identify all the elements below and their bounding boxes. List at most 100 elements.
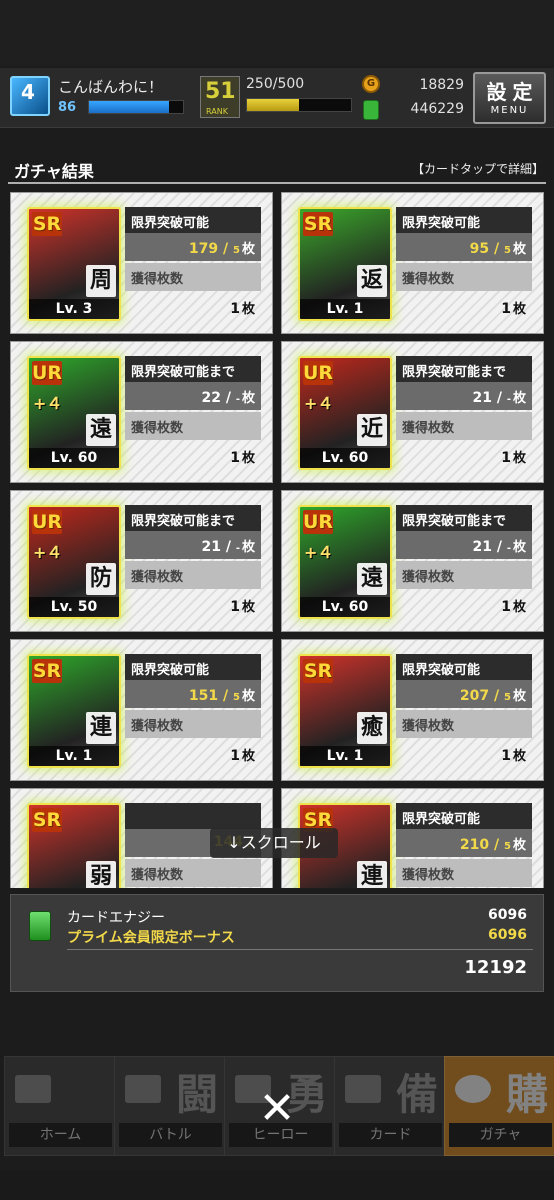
- result-hint: 【カードタップで詳細】: [411, 162, 544, 176]
- obtained-value: 1: [501, 748, 511, 764]
- progress-target: -: [235, 543, 240, 554]
- rarity-badge: SR: [303, 212, 333, 236]
- close-button[interactable]: ✕: [256, 1087, 298, 1131]
- card-type-badge: 癒: [357, 712, 387, 744]
- limit-break-status: 限界突破可能: [396, 207, 532, 233]
- card-results-list[interactable]: SR 周 Lv. 3 限界突破可能 179 / 5枚 獲得枚数 1枚 SR 返 …: [10, 192, 544, 888]
- obtained-label: 獲得枚数: [396, 859, 532, 887]
- obtained-label: 獲得枚数: [125, 561, 261, 589]
- nav-label: バトル: [119, 1123, 222, 1147]
- menu-sublabel: MENU: [490, 105, 529, 116]
- card-thumbnail[interactable]: SR 周 Lv. 3: [27, 207, 121, 321]
- limit-break-status: 限界突破可能: [396, 654, 532, 680]
- card-result-cell[interactable]: UR +４ 遠 Lv. 60 限界突破可能まで 21 / -枚 獲得枚数 1枚: [281, 490, 544, 632]
- plus-badge: +４: [304, 543, 334, 562]
- obtained-count: 1枚: [396, 440, 532, 468]
- card-thumbnail[interactable]: UR +４ 遠 Lv. 60: [27, 356, 121, 470]
- card-thumbnail[interactable]: SR 連 Lv. 1: [27, 654, 121, 768]
- top-header: 4 こんばんわに！ 86 51 RANK 250/500 G 18829 446…: [0, 68, 554, 128]
- coin-icon: G: [362, 75, 380, 93]
- obtained-value: 1: [230, 599, 240, 615]
- rarity-badge: SR: [32, 659, 62, 683]
- card-result-cell[interactable]: SR 癒 Lv. 1 限界突破可能 207 / 5枚 獲得枚数 1枚: [281, 639, 544, 781]
- progress-unit: 枚: [512, 838, 526, 853]
- card-thumbnail[interactable]: UR +４ 防 Lv. 50: [27, 505, 121, 619]
- menu-button[interactable]: 設定 MENU: [473, 72, 546, 124]
- card-result-cell[interactable]: SR 連 Lv. 1 限界突破可能 151 / 5枚 獲得枚数 1枚: [10, 639, 273, 781]
- rarity-badge: UR: [303, 361, 334, 385]
- limit-break-progress: 95 / 5枚: [396, 233, 532, 261]
- system-nav-area: [0, 1170, 554, 1200]
- energy-value: 446229: [410, 101, 464, 117]
- card-thumbnail[interactable]: SR 弱: [27, 803, 121, 888]
- card-thumbnail[interactable]: UR +４ 遠 Lv. 60: [298, 505, 392, 619]
- nav-glyph: 購: [505, 1070, 548, 1119]
- nav-item[interactable]: 闘 バトル: [114, 1056, 227, 1156]
- card-level: Lv. 60: [300, 597, 390, 617]
- player-level-icon[interactable]: 4: [10, 76, 50, 116]
- card-info: 限界突破可能 179 / 5枚 獲得枚数 1枚: [125, 207, 261, 319]
- obtained-count: 1枚: [396, 738, 532, 766]
- obtained-count: 1枚: [125, 440, 261, 468]
- rarity-badge: SR: [32, 808, 62, 832]
- menu-label: 設定: [486, 80, 539, 104]
- status-bar-area: [0, 0, 554, 66]
- card-level: Lv. 1: [29, 746, 119, 766]
- card-level: Lv. 3: [29, 299, 119, 319]
- divider: [8, 182, 546, 184]
- card-thumbnail[interactable]: UR +４ 近 Lv. 60: [298, 356, 392, 470]
- obtained-count: 1枚: [125, 738, 261, 766]
- rank-number: 51: [205, 79, 236, 104]
- obtained-label: 獲得枚数: [396, 561, 532, 589]
- limit-break-progress: 22 / -枚: [125, 382, 261, 410]
- card-result-cell[interactable]: UR +４ 防 Lv. 50 限界突破可能まで 21 / -枚 獲得枚数 1枚: [10, 490, 273, 632]
- obtained-label: 獲得枚数: [125, 710, 261, 738]
- card-type-badge: 遠: [357, 563, 387, 595]
- card-result-cell[interactable]: UR +４ 近 Lv. 60 限界突破可能まで 21 / -枚 獲得枚数 1枚: [281, 341, 544, 483]
- card-result-cell[interactable]: UR +４ 遠 Lv. 60 限界突破可能まで 22 / -枚 獲得枚数 1枚: [10, 341, 273, 483]
- plus-badge: +４: [304, 394, 334, 413]
- obtained-label: 獲得枚数: [125, 412, 261, 440]
- card-type-badge: 遠: [86, 414, 116, 446]
- obtained-label: 獲得枚数: [396, 412, 532, 440]
- obtained-count: 1枚: [396, 291, 532, 319]
- progress-target: -: [235, 394, 240, 405]
- card-thumbnail[interactable]: SR 癒 Lv. 1: [298, 654, 392, 768]
- card-type-badge: 周: [86, 265, 116, 297]
- result-header: ガチャ結果 【カードタップで詳細】: [0, 154, 554, 184]
- limit-break-status: [125, 803, 261, 829]
- card-level: Lv. 60: [300, 448, 390, 468]
- progress-unit: 枚: [241, 689, 255, 704]
- nav-item[interactable]: ホーム: [4, 1056, 117, 1156]
- nav-item[interactable]: 購 ガチャ: [444, 1056, 554, 1156]
- card-type-badge: 連: [86, 712, 116, 744]
- obtained-value: 1: [230, 301, 240, 317]
- nav-item[interactable]: 備 カード: [334, 1056, 447, 1156]
- card-result-cell[interactable]: SR 周 Lv. 3 限界突破可能 179 / 5枚 獲得枚数 1枚: [10, 192, 273, 334]
- obtained-unit: 枚: [241, 749, 255, 764]
- obtained-count: 1枚: [396, 589, 532, 617]
- nav-label: ガチャ: [449, 1123, 552, 1147]
- progress-target: 5: [504, 841, 511, 852]
- obtained-unit: 枚: [512, 749, 526, 764]
- limit-break-status: 限界突破可能: [396, 803, 532, 829]
- obtained-count: 1枚: [125, 589, 261, 617]
- plus-badge: +４: [33, 543, 63, 562]
- stamina-bar: [88, 100, 184, 114]
- obtained-label: 獲得枚数: [396, 263, 532, 291]
- progress-count: 21: [201, 539, 221, 555]
- card-thumbnail[interactable]: SR 返 Lv. 1: [298, 207, 392, 321]
- rarity-badge: UR: [32, 510, 63, 534]
- obtained-count: 1枚: [125, 291, 261, 319]
- obtained-label: 獲得枚数: [125, 263, 261, 291]
- progress-count: 21: [472, 390, 492, 406]
- card-info: 限界突破可能まで 22 / -枚 獲得枚数 1枚: [125, 356, 261, 468]
- rarity-badge: UR: [32, 361, 63, 385]
- card-energy-label: カードエナジー: [67, 910, 165, 926]
- progress-count: 207: [459, 688, 490, 704]
- nav-glyph: 備: [395, 1070, 438, 1119]
- stamina-value: 86: [58, 100, 77, 115]
- card-result-cell[interactable]: SR 返 Lv. 1 限界突破可能 95 / 5枚 獲得枚数 1枚: [281, 192, 544, 334]
- obtained-unit: 枚: [512, 451, 526, 466]
- rarity-badge: UR: [303, 510, 334, 534]
